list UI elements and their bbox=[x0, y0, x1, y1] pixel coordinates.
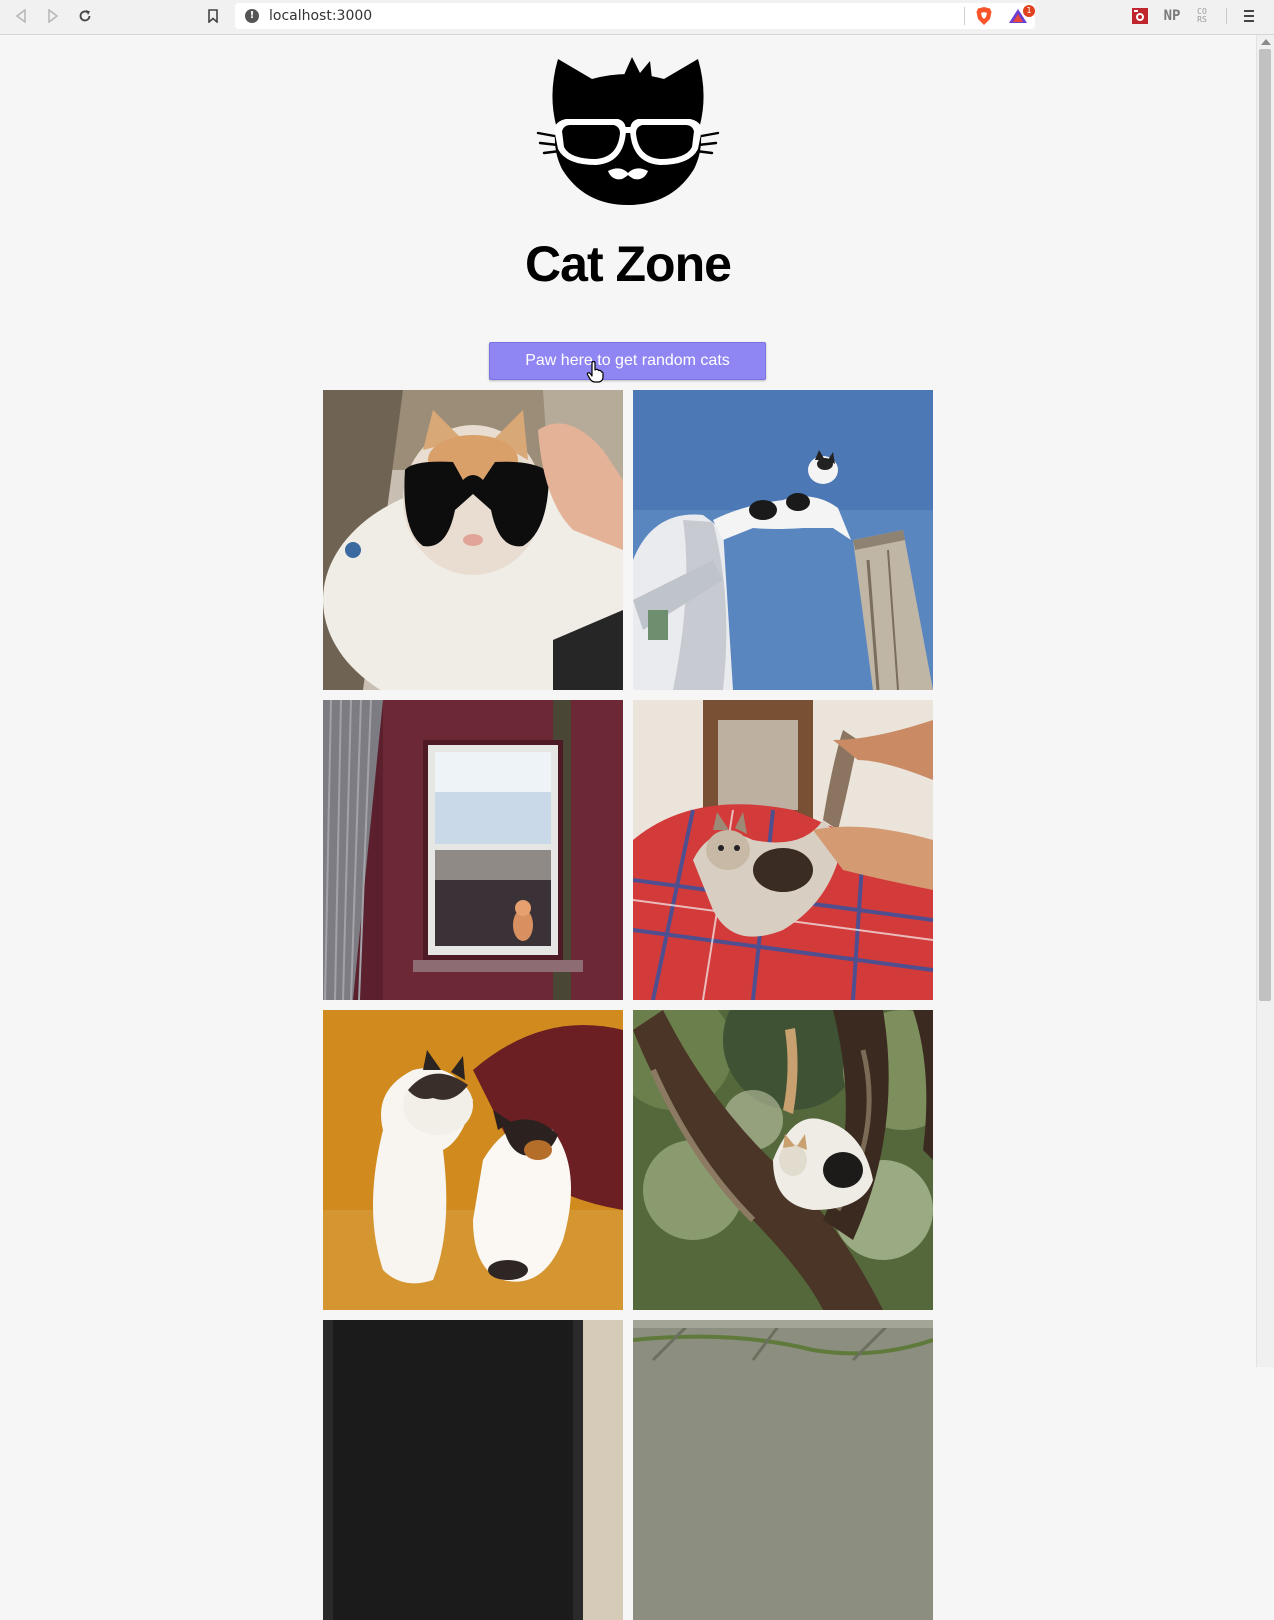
cat-image bbox=[633, 700, 933, 1000]
page-title: Cat Zone bbox=[525, 236, 732, 292]
address-bar[interactable]: ! localhost:3000 1 bbox=[235, 3, 1035, 29]
url-text[interactable]: localhost:3000 bbox=[269, 8, 372, 24]
extension-np-icon[interactable]: NP bbox=[1160, 6, 1184, 26]
forward-icon[interactable] bbox=[42, 5, 64, 27]
random-cats-button[interactable]: Paw here to get random cats bbox=[489, 342, 766, 380]
cat-image bbox=[323, 700, 623, 1000]
cat-image bbox=[323, 1320, 623, 1620]
scroll-thumb[interactable] bbox=[1259, 49, 1271, 1001]
address-bar-divider bbox=[964, 7, 965, 25]
brave-shields-icon[interactable] bbox=[975, 6, 993, 30]
cat-image bbox=[633, 1320, 933, 1620]
brave-rewards-icon[interactable]: 1 bbox=[1007, 5, 1035, 30]
cat-image bbox=[323, 390, 623, 690]
cat-sunglasses-logo bbox=[536, 57, 720, 205]
extension-cors-label: CO RS bbox=[1197, 7, 1207, 24]
toolbar-divider bbox=[1226, 8, 1227, 24]
back-icon[interactable] bbox=[10, 5, 32, 27]
cat-image bbox=[633, 1010, 933, 1310]
hand-cursor-icon bbox=[586, 361, 604, 383]
scroll-up-arrow[interactable] bbox=[1261, 39, 1271, 45]
cat-image bbox=[323, 1010, 623, 1310]
reload-icon[interactable] bbox=[74, 5, 96, 27]
browser-toolbar: ! localhost:3000 1 NP CO RS bbox=[0, 0, 1274, 35]
menu-icon[interactable] bbox=[1240, 6, 1258, 26]
extension-cors-icon[interactable]: CO RS bbox=[1192, 6, 1212, 26]
cat-image bbox=[633, 390, 933, 690]
page-scrollbar[interactable] bbox=[1256, 35, 1274, 1367]
extension-red-icon[interactable] bbox=[1131, 6, 1149, 26]
rewards-badge: 1 bbox=[1023, 5, 1035, 17]
site-info-icon[interactable]: ! bbox=[245, 9, 259, 23]
bookmark-icon[interactable] bbox=[202, 5, 224, 27]
page-content: Cat Zone Paw here to get random cats bbox=[0, 35, 1256, 1620]
